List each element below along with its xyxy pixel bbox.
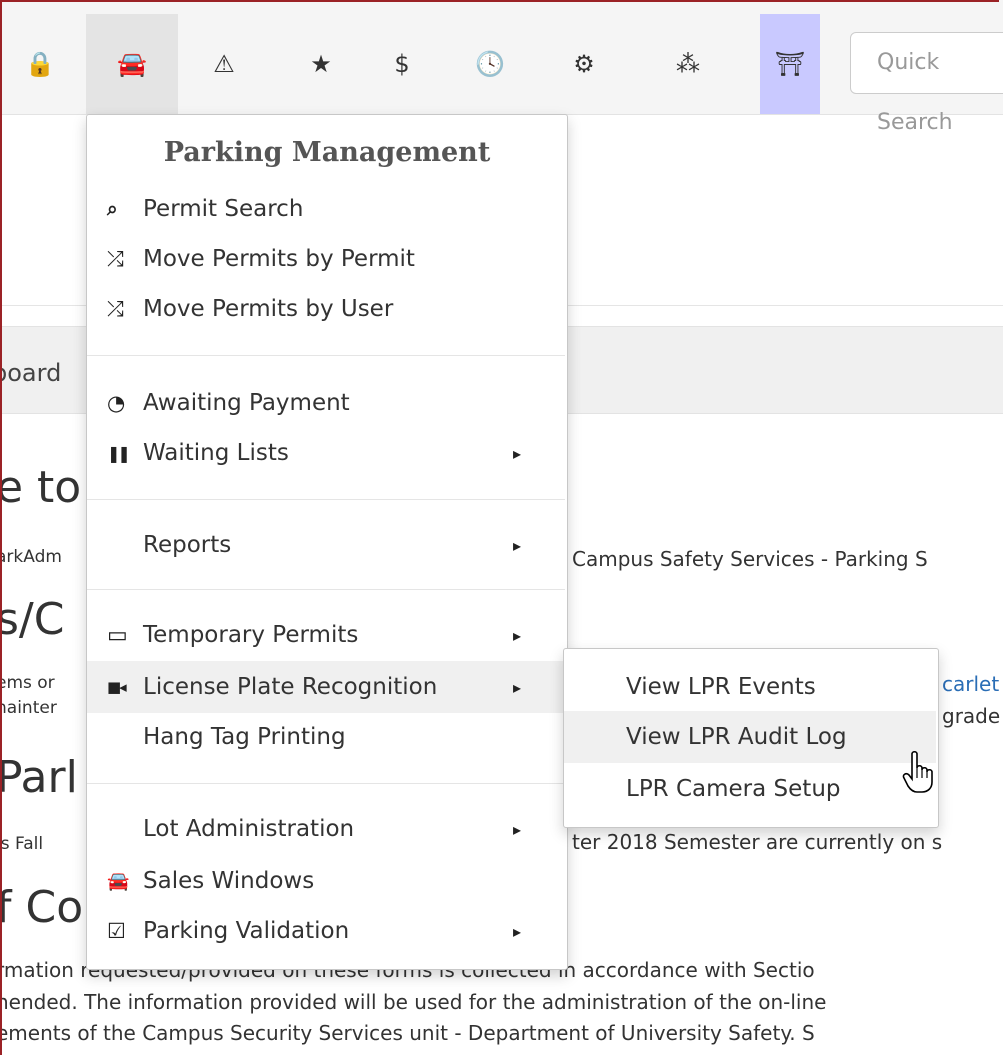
cogs-icon[interactable]: ⚙: [538, 14, 630, 114]
pause-icon: ❚❚: [107, 443, 131, 463]
legal-text: ements of the Campus Security Services u…: [0, 1021, 815, 1045]
caret-right-icon: ▸: [513, 819, 522, 839]
notice-text-right: ter 2018 Semester are currently on s: [572, 830, 943, 854]
info-text-right-2: grade: [942, 704, 1001, 728]
parking-management-menu: Parking Management ⌕ Permit Search ⤮ Mov…: [86, 114, 568, 970]
menu-item-move-permits-by-user[interactable]: ⤮ Move Permits by User: [87, 285, 565, 333]
shuffle-icon: ⤮: [107, 296, 124, 321]
cubes-icon[interactable]: ⁂: [642, 14, 734, 114]
clock-icon[interactable]: 🕓: [444, 14, 536, 114]
info-text-left: ems or: [0, 673, 55, 693]
page-heading: e to: [0, 462, 82, 513]
video-camera-icon: ■◂: [107, 678, 127, 696]
menu-item-awaiting-payment[interactable]: ◔ Awaiting Payment: [87, 379, 565, 427]
menu-item-lot-administration[interactable]: Lot Administration ▸: [87, 805, 565, 853]
submenu-item-lpr-camera-setup[interactable]: LPR Camera Setup: [564, 763, 936, 815]
caret-right-icon: ▸: [513, 535, 522, 555]
menu-item-hang-tag-printing[interactable]: Hang Tag Printing: [87, 713, 565, 761]
section-heading: Parl: [0, 752, 78, 803]
car-icon: 🚘: [107, 870, 130, 892]
lpr-submenu: View LPR Events View LPR Audit Log LPR C…: [563, 648, 939, 828]
star-icon[interactable]: ★: [275, 14, 367, 114]
dashboard-title: board: [0, 359, 62, 387]
submenu-item-view-lpr-audit-log[interactable]: View LPR Audit Log: [564, 711, 936, 763]
intro-text-left: arkAdm: [0, 547, 62, 567]
caret-right-icon: ▸: [513, 921, 522, 941]
caret-right-icon: ▸: [513, 677, 522, 697]
search-icon: ⌕: [107, 198, 118, 220]
lock-icon[interactable]: 🔒: [0, 14, 86, 114]
info-text-left-2: nainter: [0, 698, 57, 718]
menu-item-temporary-permits[interactable]: ▭ Temporary Permits ▸: [87, 611, 565, 659]
menu-item-sales-windows[interactable]: 🚘 Sales Windows: [87, 857, 565, 905]
menu-item-permit-search[interactable]: ⌕ Permit Search: [87, 185, 565, 233]
menu-divider: [87, 499, 565, 500]
warning-icon[interactable]: ⚠: [178, 14, 270, 114]
info-link[interactable]: carlet: [942, 672, 999, 696]
check-square-icon: ☑: [107, 919, 126, 943]
top-navbar: 🔒 🚘 ⚠ ★ $ 🕓 ⚙ ⁂ ⛩ Quick Search: [0, 0, 1003, 135]
ticket-icon: ▭: [107, 622, 128, 648]
hand-pointer-cursor-icon: [902, 750, 933, 793]
menu-item-parking-validation[interactable]: ☑ Parking Validation ▸: [87, 907, 565, 955]
section-heading: f Co: [0, 882, 84, 933]
menu-item-move-permits-by-permit[interactable]: ⤮ Move Permits by Permit: [87, 235, 565, 283]
caret-right-icon: ▸: [513, 443, 522, 463]
submenu-item-view-lpr-events[interactable]: View LPR Events: [564, 661, 936, 713]
notice-text-left: is Fall: [0, 834, 44, 854]
menu-item-reports[interactable]: Reports ▸: [87, 521, 565, 569]
quick-search-input[interactable]: Quick Search: [850, 32, 1003, 135]
intro-text-right: Campus Safety Services - Parking S: [572, 547, 928, 571]
menu-item-waiting-lists[interactable]: ❚❚ Waiting Lists ▸: [87, 429, 565, 477]
road-block-icon[interactable]: ⛩: [760, 14, 820, 114]
shuffle-icon: ⤮: [107, 246, 124, 271]
menu-divider: [87, 355, 565, 356]
section-heading: s/C: [0, 594, 65, 645]
dollar-icon[interactable]: $: [356, 14, 448, 114]
caret-right-icon: ▸: [513, 625, 522, 645]
menu-item-license-plate-recognition[interactable]: ■◂ License Plate Recognition ▸: [87, 661, 565, 713]
menu-header: Parking Management: [163, 137, 491, 168]
menu-divider: [87, 783, 565, 784]
legal-text: hended. The information provided will be…: [0, 990, 827, 1014]
menu-divider: [87, 589, 565, 590]
car-icon[interactable]: 🚘: [86, 14, 178, 114]
clock-icon: ◔: [107, 391, 126, 415]
